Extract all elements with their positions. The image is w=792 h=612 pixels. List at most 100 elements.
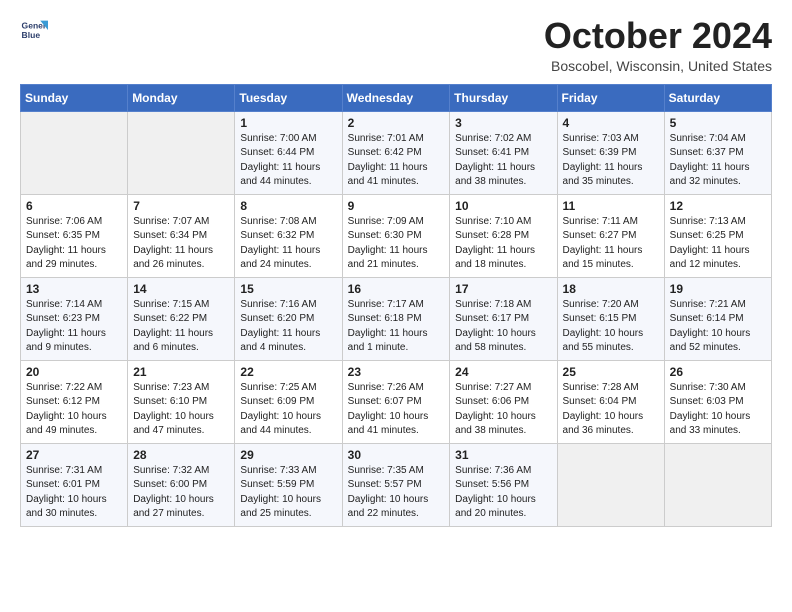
calendar-table: Sunday Monday Tuesday Wednesday Thursday… bbox=[20, 84, 772, 527]
table-row: 14 Sunrise: 7:15 AMSunset: 6:22 PMDayligh… bbox=[128, 277, 235, 360]
table-row: 7 Sunrise: 7:07 AMSunset: 6:34 PMDaylight… bbox=[128, 194, 235, 277]
cell-info: Sunrise: 7:35 AMSunset: 5:57 PMDaylight:… bbox=[348, 464, 445, 522]
day-number: 7 bbox=[133, 199, 229, 213]
table-row: 6 Sunrise: 7:06 AMSunset: 6:35 PMDaylight… bbox=[21, 194, 128, 277]
table-row bbox=[557, 443, 664, 526]
header: General Blue October 2024 Boscobel, Wisc… bbox=[20, 16, 772, 74]
table-row: 8 Sunrise: 7:08 AMSunset: 6:32 PMDaylight… bbox=[235, 194, 342, 277]
cell-info: Sunrise: 7:07 AMSunset: 6:34 PMDaylight:… bbox=[133, 215, 229, 273]
cell-info: Sunrise: 7:04 AMSunset: 6:37 PMDaylight:… bbox=[670, 132, 766, 190]
table-row: 22 Sunrise: 7:25 AMSunset: 6:09 PMDayligh… bbox=[235, 360, 342, 443]
table-row: 1Sunrise: 7:00 AMSunset: 6:44 PMDaylight… bbox=[235, 111, 342, 194]
day-number: 12 bbox=[670, 199, 766, 213]
day-number: 2 bbox=[348, 116, 445, 130]
cell-info: Sunrise: 7:15 AMSunset: 6:22 PMDaylight:… bbox=[133, 298, 229, 356]
table-row bbox=[664, 443, 771, 526]
table-row: 16Sunrise: 7:17 AMSunset: 6:18 PMDayligh… bbox=[342, 277, 450, 360]
svg-text:Blue: Blue bbox=[22, 30, 41, 40]
cell-info: Sunrise: 7:10 AMSunset: 6:28 PMDaylight:… bbox=[455, 215, 551, 273]
table-row: 4 Sunrise: 7:03 AMSunset: 6:39 PMDaylight… bbox=[557, 111, 664, 194]
cell-info: Sunrise: 7:31 AMSunset: 6:01 PMDaylight:… bbox=[26, 464, 122, 522]
day-number: 8 bbox=[240, 199, 336, 213]
table-row: 10 Sunrise: 7:10 AMSunset: 6:28 PMDayligh… bbox=[450, 194, 557, 277]
day-number: 21 bbox=[133, 365, 229, 379]
month-title: October 2024 bbox=[544, 16, 772, 56]
day-number: 9 bbox=[348, 199, 445, 213]
cell-info: Sunrise: 7:06 AMSunset: 6:35 PMDaylight:… bbox=[26, 215, 122, 273]
day-number: 14 bbox=[133, 282, 229, 296]
table-row: 3 Sunrise: 7:02 AMSunset: 6:41 PMDaylight… bbox=[450, 111, 557, 194]
table-row: 30Sunrise: 7:35 AMSunset: 5:57 PMDayligh… bbox=[342, 443, 450, 526]
cell-info: Sunrise: 7:21 AMSunset: 6:14 PMDaylight:… bbox=[670, 298, 766, 356]
cell-info: Sunrise: 7:17 AMSunset: 6:18 PMDaylight:… bbox=[348, 298, 445, 356]
cell-info: Sunrise: 7:20 AMSunset: 6:15 PMDaylight:… bbox=[563, 298, 659, 356]
table-row: 17 Sunrise: 7:18 AMSunset: 6:17 PMDayligh… bbox=[450, 277, 557, 360]
cell-info: Sunrise: 7:25 AMSunset: 6:09 PMDaylight:… bbox=[240, 381, 336, 439]
cell-info: Sunrise: 7:36 AMSunset: 5:56 PMDaylight:… bbox=[455, 464, 551, 522]
table-row: 26 Sunrise: 7:30 AMSunset: 6:03 PMDayligh… bbox=[664, 360, 771, 443]
day-number: 15 bbox=[240, 282, 336, 296]
col-monday: Monday bbox=[128, 84, 235, 111]
table-row: 28 Sunrise: 7:32 AMSunset: 6:00 PMDayligh… bbox=[128, 443, 235, 526]
cell-info: Sunrise: 7:16 AMSunset: 6:20 PMDaylight:… bbox=[240, 298, 336, 356]
cell-info: Sunrise: 7:00 AMSunset: 6:44 PMDaylight:… bbox=[240, 132, 336, 190]
day-number: 26 bbox=[670, 365, 766, 379]
table-row: 18 Sunrise: 7:20 AMSunset: 6:15 PMDayligh… bbox=[557, 277, 664, 360]
day-number: 17 bbox=[455, 282, 551, 296]
table-row: 27 Sunrise: 7:31 AMSunset: 6:01 PMDayligh… bbox=[21, 443, 128, 526]
day-number: 5 bbox=[670, 116, 766, 130]
day-number: 28 bbox=[133, 448, 229, 462]
table-row: 9 Sunrise: 7:09 AMSunset: 6:30 PMDaylight… bbox=[342, 194, 450, 277]
table-row: 24Sunrise: 7:27 AMSunset: 6:06 PMDayligh… bbox=[450, 360, 557, 443]
cell-info: Sunrise: 7:30 AMSunset: 6:03 PMDaylight:… bbox=[670, 381, 766, 439]
cell-info: Sunrise: 7:32 AMSunset: 6:00 PMDaylight:… bbox=[133, 464, 229, 522]
day-number: 25 bbox=[563, 365, 659, 379]
day-number: 11 bbox=[563, 199, 659, 213]
location-title: Boscobel, Wisconsin, United States bbox=[544, 58, 772, 74]
cell-info: Sunrise: 7:08 AMSunset: 6:32 PMDaylight:… bbox=[240, 215, 336, 273]
cell-info: Sunrise: 7:02 AMSunset: 6:41 PMDaylight:… bbox=[455, 132, 551, 190]
cell-info: Sunrise: 7:09 AMSunset: 6:30 PMDaylight:… bbox=[348, 215, 445, 273]
logo-icon: General Blue bbox=[20, 16, 48, 44]
day-number: 22 bbox=[240, 365, 336, 379]
table-row bbox=[21, 111, 128, 194]
col-tuesday: Tuesday bbox=[235, 84, 342, 111]
day-number: 20 bbox=[26, 365, 122, 379]
day-number: 4 bbox=[563, 116, 659, 130]
table-row: 13Sunrise: 7:14 AMSunset: 6:23 PMDayligh… bbox=[21, 277, 128, 360]
col-sunday: Sunday bbox=[21, 84, 128, 111]
day-number: 3 bbox=[455, 116, 551, 130]
cell-info: Sunrise: 7:03 AMSunset: 6:39 PMDaylight:… bbox=[563, 132, 659, 190]
table-row: 15 Sunrise: 7:16 AMSunset: 6:20 PMDayligh… bbox=[235, 277, 342, 360]
table-row: 11 Sunrise: 7:11 AMSunset: 6:27 PMDayligh… bbox=[557, 194, 664, 277]
cell-info: Sunrise: 7:18 AMSunset: 6:17 PMDaylight:… bbox=[455, 298, 551, 356]
table-row: 31 Sunrise: 7:36 AMSunset: 5:56 PMDayligh… bbox=[450, 443, 557, 526]
table-row: 25 Sunrise: 7:28 AMSunset: 6:04 PMDayligh… bbox=[557, 360, 664, 443]
cell-info: Sunrise: 7:11 AMSunset: 6:27 PMDaylight:… bbox=[563, 215, 659, 273]
cell-info: Sunrise: 7:33 AMSunset: 5:59 PMDaylight:… bbox=[240, 464, 336, 522]
day-number: 19 bbox=[670, 282, 766, 296]
cell-info: Sunrise: 7:13 AMSunset: 6:25 PMDaylight:… bbox=[670, 215, 766, 273]
col-saturday: Saturday bbox=[664, 84, 771, 111]
table-row: 29Sunrise: 7:33 AMSunset: 5:59 PMDayligh… bbox=[235, 443, 342, 526]
day-number: 31 bbox=[455, 448, 551, 462]
day-number: 23 bbox=[348, 365, 445, 379]
table-row: 12 Sunrise: 7:13 AMSunset: 6:25 PMDayligh… bbox=[664, 194, 771, 277]
cell-info: Sunrise: 7:28 AMSunset: 6:04 PMDaylight:… bbox=[563, 381, 659, 439]
day-number: 10 bbox=[455, 199, 551, 213]
logo: General Blue bbox=[20, 16, 48, 44]
col-friday: Friday bbox=[557, 84, 664, 111]
day-number: 18 bbox=[563, 282, 659, 296]
calendar-body: 1Sunrise: 7:00 AMSunset: 6:44 PMDaylight… bbox=[21, 111, 772, 526]
cell-info: Sunrise: 7:23 AMSunset: 6:10 PMDaylight:… bbox=[133, 381, 229, 439]
cell-info: Sunrise: 7:14 AMSunset: 6:23 PMDaylight:… bbox=[26, 298, 122, 356]
day-number: 6 bbox=[26, 199, 122, 213]
table-row: 20Sunrise: 7:22 AMSunset: 6:12 PMDayligh… bbox=[21, 360, 128, 443]
calendar-header: Sunday Monday Tuesday Wednesday Thursday… bbox=[21, 84, 772, 111]
table-row: 2Sunrise: 7:01 AMSunset: 6:42 PMDaylight… bbox=[342, 111, 450, 194]
table-row: 5 Sunrise: 7:04 AMSunset: 6:37 PMDaylight… bbox=[664, 111, 771, 194]
day-number: 24 bbox=[455, 365, 551, 379]
day-number: 27 bbox=[26, 448, 122, 462]
title-area: October 2024 Boscobel, Wisconsin, United… bbox=[544, 16, 772, 74]
table-row: 23Sunrise: 7:26 AMSunset: 6:07 PMDayligh… bbox=[342, 360, 450, 443]
